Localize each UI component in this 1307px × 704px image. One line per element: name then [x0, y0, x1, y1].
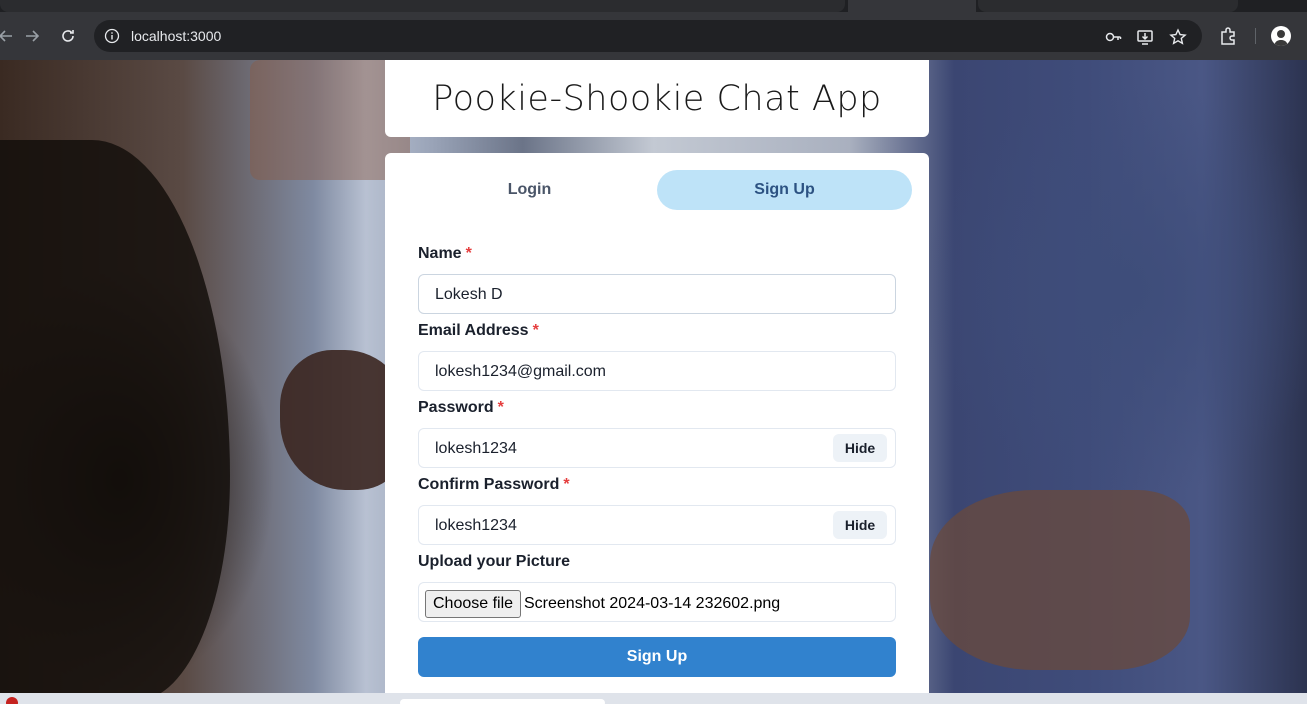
auth-tabs: Login Sign Up — [402, 170, 912, 210]
confirm-password-field[interactable]: lokesh1234 Hide — [418, 505, 896, 545]
browser-toolbar: localhost:3000 — [0, 12, 1307, 60]
url-text: localhost:3000 — [131, 28, 222, 44]
email-label-text: Email Address — [418, 322, 529, 339]
app-title: Pookie-Shookie Chat App — [432, 78, 882, 119]
toolbar-divider — [1255, 28, 1256, 44]
profile-avatar[interactable] — [1271, 26, 1291, 46]
browser-tab-active[interactable] — [848, 0, 976, 12]
tab-signup[interactable]: Sign Up — [657, 170, 912, 210]
site-info-icon[interactable] — [104, 28, 120, 44]
tab-strip — [0, 0, 1307, 12]
background-photo-detail — [0, 140, 230, 693]
address-bar[interactable]: localhost:3000 — [94, 20, 1202, 52]
confirm-password-hide-button[interactable]: Hide — [833, 511, 887, 539]
app-header: Pookie-Shookie Chat App — [385, 60, 929, 137]
confirm-password-label: Confirm Password * — [418, 476, 570, 494]
extensions-icon[interactable] — [1218, 26, 1238, 46]
browser-tab[interactable] — [0, 0, 845, 12]
selected-file-name: Screenshot 2024-03-14 232602.png — [524, 595, 781, 612]
avatar-icon — [1274, 30, 1288, 46]
forward-icon[interactable] — [20, 24, 44, 48]
confirm-password-label-text: Confirm Password — [418, 476, 560, 493]
email-value: lokesh1234@gmail.com — [435, 363, 606, 380]
taskbar-item[interactable] — [400, 699, 605, 704]
password-label: Password * — [418, 399, 504, 417]
taskbar-strip — [0, 693, 1307, 704]
password-hide-button[interactable]: Hide — [833, 434, 887, 462]
bookmark-star-icon[interactable] — [1169, 28, 1187, 46]
picture-label: Upload your Picture — [418, 553, 571, 570]
password-label-text: Password — [418, 399, 494, 416]
signup-submit-button[interactable]: Sign Up — [418, 637, 896, 677]
name-value: Lokesh D — [435, 286, 503, 303]
email-label: Email Address * — [418, 322, 539, 340]
required-marker: * — [563, 476, 570, 493]
reload-icon[interactable] — [56, 24, 80, 48]
key-icon[interactable] — [1104, 28, 1122, 46]
picture-file-input[interactable]: Choose file Screenshot 2024-03-14 232602… — [418, 582, 896, 622]
required-marker: * — [465, 245, 472, 262]
confirm-password-value: lokesh1234 — [435, 517, 517, 534]
name-field[interactable]: Lokesh D — [418, 274, 896, 314]
browser-tab[interactable] — [978, 0, 1238, 12]
required-marker: * — [532, 322, 539, 339]
password-field[interactable]: lokesh1234 Hide — [418, 428, 896, 468]
install-app-icon[interactable] — [1136, 28, 1154, 46]
tab-login[interactable]: Login — [402, 170, 657, 210]
password-value: lokesh1234 — [435, 440, 517, 457]
required-marker: * — [497, 399, 504, 416]
notification-dot — [6, 697, 18, 704]
page-background: Pookie-Shookie Chat App Login Sign Up Na… — [0, 60, 1307, 693]
auth-card: Login Sign Up Name * Lokesh D Email Addre… — [385, 153, 929, 693]
background-photo-detail — [930, 490, 1190, 670]
email-field[interactable]: lokesh1234@gmail.com — [418, 351, 896, 391]
name-label: Name * — [418, 245, 472, 263]
choose-file-button[interactable]: Choose file — [425, 590, 522, 618]
name-label-text: Name — [418, 245, 462, 262]
back-icon[interactable] — [0, 24, 18, 48]
